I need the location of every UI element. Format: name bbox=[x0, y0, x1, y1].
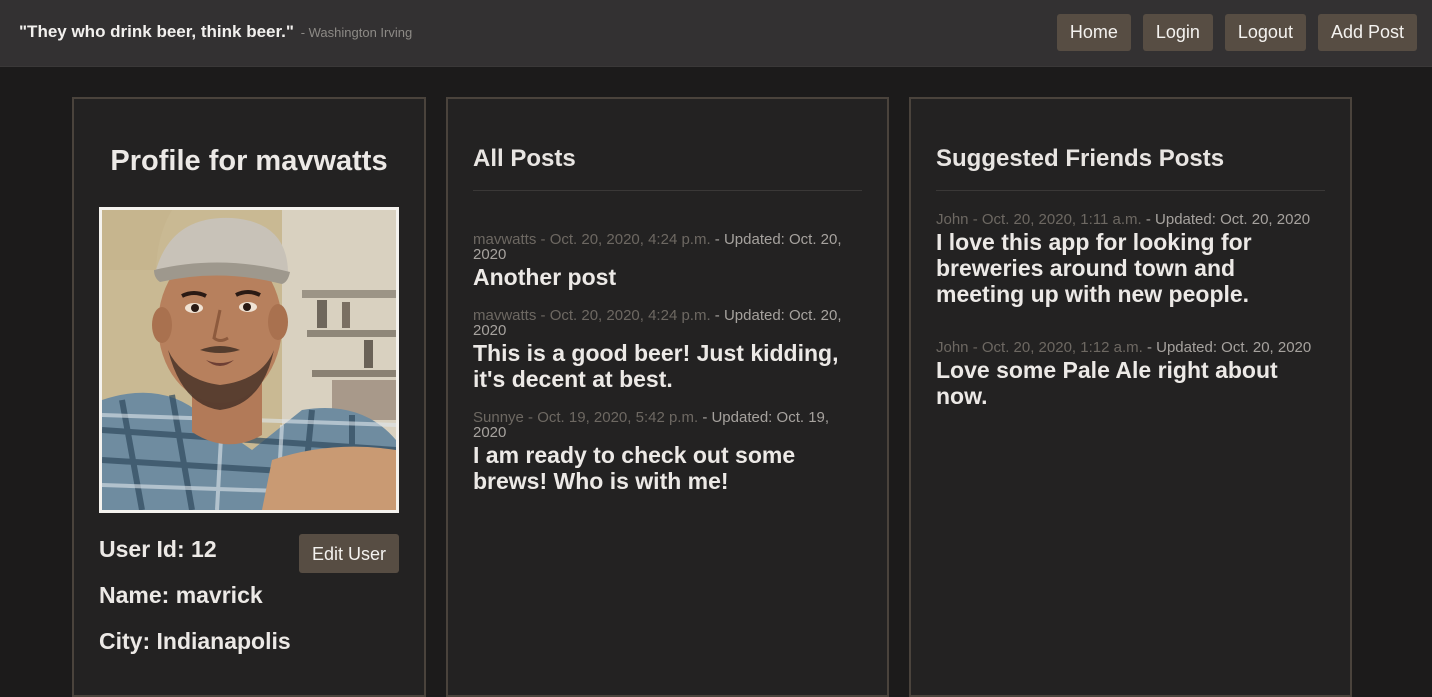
logout-button[interactable]: Logout bbox=[1224, 14, 1306, 51]
post-author-link[interactable]: John bbox=[936, 339, 969, 356]
post-body-link[interactable]: I am ready to check out some brews! Who … bbox=[473, 442, 862, 494]
post-item: mavwatts - Oct. 20, 2020, 4:24 p.m. - Up… bbox=[473, 308, 862, 392]
post-body-link[interactable]: Another post bbox=[473, 264, 862, 290]
post-date: - Oct. 20, 2020, 4:24 p.m. bbox=[540, 231, 711, 248]
login-button[interactable]: Login bbox=[1142, 14, 1213, 51]
post-body-link[interactable]: I love this app for looking for brewerie… bbox=[936, 229, 1325, 307]
post-item: mavwatts - Oct. 20, 2020, 4:24 p.m. - Up… bbox=[473, 232, 862, 290]
post-meta: John - Oct. 20, 2020, 1:11 a.m. - Update… bbox=[936, 212, 1325, 227]
user-city-label: City: Indianapolis bbox=[99, 628, 291, 654]
profile-panel: Profile for mavwatts User Id: 12 Edit Us… bbox=[72, 97, 426, 697]
post-updated: - Updated: Oct. 20, 2020 bbox=[1146, 339, 1312, 356]
post-date: - Oct. 20, 2020, 1:12 a.m. bbox=[972, 339, 1143, 356]
post-updated: - Updated: Oct. 20, 2020 bbox=[1145, 211, 1311, 228]
all-posts-panel: All Posts mavwatts - Oct. 20, 2020, 4:24… bbox=[446, 97, 889, 697]
profile-photo bbox=[99, 207, 399, 513]
edit-user-button[interactable]: Edit User bbox=[299, 534, 399, 573]
post-meta: Sunnye - Oct. 19, 2020, 5:42 p.m. - Upda… bbox=[473, 410, 862, 440]
post-meta: mavwatts - Oct. 20, 2020, 4:24 p.m. - Up… bbox=[473, 308, 862, 338]
user-id-label: User Id: 12 bbox=[99, 536, 217, 562]
post-item: Sunnye - Oct. 19, 2020, 5:42 p.m. - Upda… bbox=[473, 410, 862, 494]
post-date: - Oct. 20, 2020, 1:11 a.m. bbox=[972, 211, 1142, 228]
post-meta: mavwatts - Oct. 20, 2020, 4:24 p.m. - Up… bbox=[473, 232, 862, 262]
add-post-button[interactable]: Add Post bbox=[1317, 14, 1417, 51]
divider bbox=[936, 190, 1325, 191]
quote-text: "They who drink beer, think beer." bbox=[19, 22, 294, 41]
user-name-label: Name: mavrick bbox=[99, 582, 263, 608]
post-author-link[interactable]: John bbox=[936, 211, 969, 228]
nav-menu: Home Login Logout Add Post bbox=[1045, 14, 1417, 51]
post-date: - Oct. 19, 2020, 5:42 p.m. bbox=[528, 409, 699, 426]
post-item: John - Oct. 20, 2020, 1:12 a.m. - Update… bbox=[936, 340, 1325, 409]
all-posts-title: All Posts bbox=[473, 145, 576, 172]
friends-posts-title: Suggested Friends Posts bbox=[936, 145, 1225, 172]
home-button[interactable]: Home bbox=[1056, 14, 1131, 51]
post-meta: John - Oct. 20, 2020, 1:12 a.m. - Update… bbox=[936, 340, 1325, 355]
header-quote: "They who drink beer, think beer." - Was… bbox=[19, 22, 412, 42]
top-navbar: "They who drink beer, think beer." - Was… bbox=[0, 0, 1432, 67]
post-body-link[interactable]: This is a good beer! Just kidding, it's … bbox=[473, 340, 862, 392]
post-date: - Oct. 20, 2020, 4:24 p.m. bbox=[540, 307, 711, 324]
quote-author: - Washington Irving bbox=[300, 25, 413, 40]
profile-title: Profile for mavwatts bbox=[110, 145, 388, 177]
post-body-link[interactable]: Love some Pale Ale right about now. bbox=[936, 357, 1325, 409]
friends-posts-panel: Suggested Friends Posts John - Oct. 20, … bbox=[909, 97, 1352, 697]
post-item: John - Oct. 20, 2020, 1:11 a.m. - Update… bbox=[936, 212, 1325, 307]
divider bbox=[473, 190, 862, 191]
